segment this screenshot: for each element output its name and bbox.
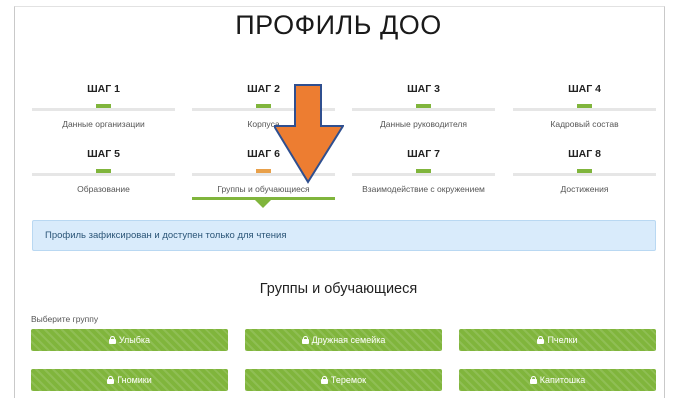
step-label: Данные организации <box>62 119 145 129</box>
group-button-pchelki[interactable]: Пчелки <box>459 329 656 351</box>
wizard-step-8[interactable]: ШАГ 8 Достижения <box>513 147 656 194</box>
group-button-label: Пчелки <box>547 335 578 345</box>
readonly-notice: Профиль зафиксирован и доступен только д… <box>32 220 656 251</box>
wizard-step-5[interactable]: ШАГ 5 Образование <box>32 147 175 194</box>
group-button-ulybka[interactable]: Улыбка <box>31 329 228 351</box>
step-label: Образование <box>77 184 130 194</box>
step-number: ШАГ 8 <box>568 148 601 160</box>
step-track <box>32 173 175 176</box>
lock-icon <box>537 336 545 344</box>
step-track <box>352 173 495 176</box>
lock-icon <box>529 376 537 384</box>
step-number: ШАГ 7 <box>407 148 440 160</box>
step-track <box>32 108 175 111</box>
group-button-label: Гномики <box>117 375 152 385</box>
step-label: Данные руководителя <box>380 119 467 129</box>
group-button-druzhnaya-semeyka[interactable]: Дружная семейка <box>245 329 442 351</box>
group-button-label: Улыбка <box>118 335 151 345</box>
step-number: ШАГ 1 <box>87 83 120 95</box>
wizard-step-1[interactable]: ШАГ 1 Данные организации <box>32 82 175 129</box>
wizard-step-4[interactable]: ШАГ 4 Кадровый состав <box>513 82 656 129</box>
step-label: Взаимодействие с окружением <box>362 184 485 194</box>
lock-icon <box>301 336 309 344</box>
step-number: ШАГ 3 <box>407 83 440 95</box>
lock-icon <box>320 376 328 384</box>
step-track <box>352 108 495 111</box>
group-button-kapitoshka[interactable]: Капитошка <box>459 369 656 391</box>
step-label: Группы и обучающиеся <box>217 184 310 194</box>
group-button-gnomiki[interactable]: Гномики <box>31 369 228 391</box>
section-title: Группы и обучающиеся <box>259 281 418 297</box>
group-button-teremok[interactable]: Теремок <box>245 369 442 391</box>
step-number: ШАГ 4 <box>568 83 601 95</box>
step-label: Кадровый состав <box>550 119 619 129</box>
active-step-caret-icon <box>255 200 271 208</box>
lock-icon <box>107 376 115 384</box>
down-arrow-icon <box>274 84 344 184</box>
wizard-step-3[interactable]: ШАГ 3 Данные руководителя <box>352 82 495 129</box>
group-button-label: Капитошка <box>539 375 586 385</box>
group-button-label: Теремок <box>330 375 367 385</box>
step-label: Достижения <box>560 184 609 194</box>
step-number: ШАГ 5 <box>87 148 120 160</box>
wizard-step-7[interactable]: ШАГ 7 Взаимодействие с окружением <box>352 147 495 194</box>
step-track <box>513 173 656 176</box>
step-track <box>513 108 656 111</box>
group-select-label: Выберите группу <box>31 314 99 324</box>
group-button-label: Дружная семейка <box>311 335 386 345</box>
lock-icon <box>108 336 116 344</box>
